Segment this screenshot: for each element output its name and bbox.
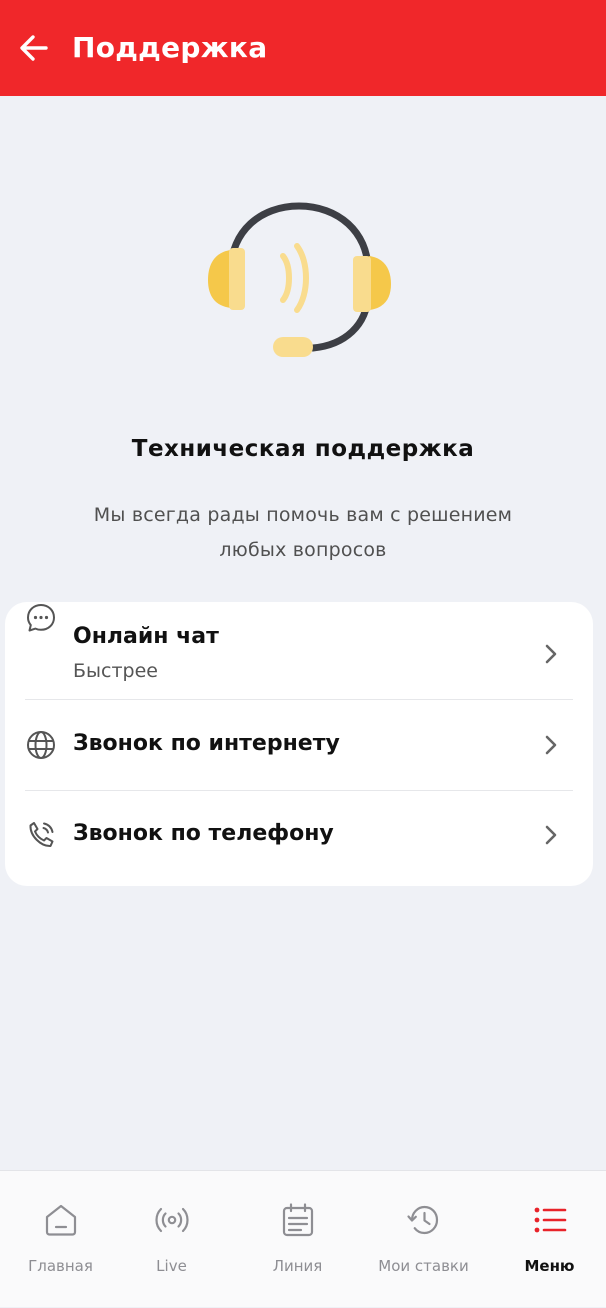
history-icon bbox=[407, 1205, 439, 1235]
arrow-left-icon bbox=[20, 35, 48, 61]
chevron-right-icon bbox=[545, 825, 557, 845]
nav-item-home[interactable]: Главная bbox=[0, 1171, 121, 1308]
option-online-chat-sublabel: Быстрее bbox=[73, 660, 158, 682]
chat-bubble-icon bbox=[27, 604, 55, 632]
nav-item-my-bets[interactable]: Мои ставки bbox=[363, 1171, 484, 1308]
nav-item-live[interactable]: Live bbox=[111, 1171, 232, 1308]
page-title: Поддержка bbox=[72, 31, 268, 64]
subtitle-line-1: Мы всегда рады помочь вам с решением bbox=[93, 504, 513, 526]
home-icon bbox=[45, 1204, 77, 1236]
bottom-navigation: Главная Live Линия Мои ставки Меню bbox=[0, 1170, 606, 1307]
phone-call-icon bbox=[29, 822, 54, 848]
nav-label-my-bets: Мои ставки bbox=[378, 1257, 469, 1275]
back-button[interactable] bbox=[14, 28, 54, 68]
chevron-right-icon bbox=[545, 735, 557, 755]
menu-list-icon bbox=[534, 1207, 567, 1233]
option-online-chat[interactable] bbox=[5, 602, 593, 699]
nav-label-line: Линия bbox=[272, 1257, 323, 1275]
support-headset-illustration bbox=[205, 200, 395, 365]
calendar-list-icon bbox=[282, 1203, 314, 1237]
headset-icon bbox=[208, 202, 391, 357]
nav-label-home: Главная bbox=[28, 1257, 93, 1275]
option-phone-call-label: Звонок по телефону bbox=[73, 821, 334, 846]
subtitle-line-2: любых вопросов bbox=[219, 539, 387, 561]
nav-item-line[interactable]: Линия bbox=[237, 1171, 358, 1308]
support-subtitle: Мы всегда рады помочь вам с решением люб… bbox=[50, 498, 556, 568]
chevron-right-icon bbox=[545, 644, 557, 664]
nav-label-live: Live bbox=[156, 1257, 187, 1275]
support-heading: Техническая поддержка bbox=[131, 436, 475, 462]
live-broadcast-icon bbox=[155, 1207, 189, 1233]
app-bar: Поддержка bbox=[0, 0, 606, 96]
option-online-chat-label: Онлайн чат bbox=[73, 624, 219, 649]
nav-item-menu[interactable]: Меню bbox=[489, 1171, 606, 1308]
option-internet-call-label: Звонок по интернету bbox=[73, 731, 340, 756]
nav-label-menu: Меню bbox=[524, 1257, 575, 1275]
globe-icon bbox=[27, 731, 55, 759]
support-options-card: Онлайн чат Быстрее Звонок по интернету З… bbox=[5, 602, 593, 886]
